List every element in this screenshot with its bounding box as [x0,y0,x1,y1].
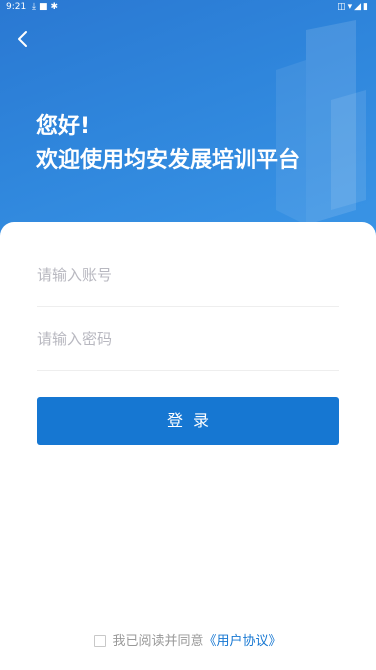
download-icon: ⤓ [32,2,39,12]
status-bar: 9:21 ⤓■✱ ◫▾◢▮ [0,0,376,14]
header-banner: 9:21 ⤓■✱ ◫▾◢▮ 您好! 欢迎使用均安发展培训平台 [0,0,376,250]
account-field [37,244,339,307]
password-field [37,308,339,371]
status-right-icons: ◫▾◢▮ [337,0,370,14]
greeting: 您好! 欢迎使用均安发展培训平台 [36,110,300,178]
back-arrow-icon[interactable] [12,28,34,50]
agreement-row: 我已阅读并同意《用户协议》 [0,630,376,649]
battery-icon: ▮ [363,2,370,12]
bug-icon: ✱ [50,2,62,12]
status-left-icons: ⤓■✱ [32,0,61,14]
agreement-checkbox[interactable] [94,634,107,647]
greeting-title: 您好! [36,114,91,139]
greeting-subtitle: 欢迎使用均安发展培训平台 [36,148,301,173]
login-card: 登录 我已阅读并同意《用户协议》 [0,222,376,670]
status-time: 9:21 [6,2,27,12]
account-input[interactable] [37,244,339,306]
agreement-text: 我已阅读并同意 [112,634,204,649]
signal-icon: ◢ [354,2,364,12]
password-input[interactable] [37,308,339,370]
login-button[interactable]: 登录 [37,397,339,445]
square-icon: ■ [38,2,51,12]
user-agreement-link[interactable]: 《用户协议》 [204,634,282,649]
vibrate-icon: ◫ [337,2,348,12]
